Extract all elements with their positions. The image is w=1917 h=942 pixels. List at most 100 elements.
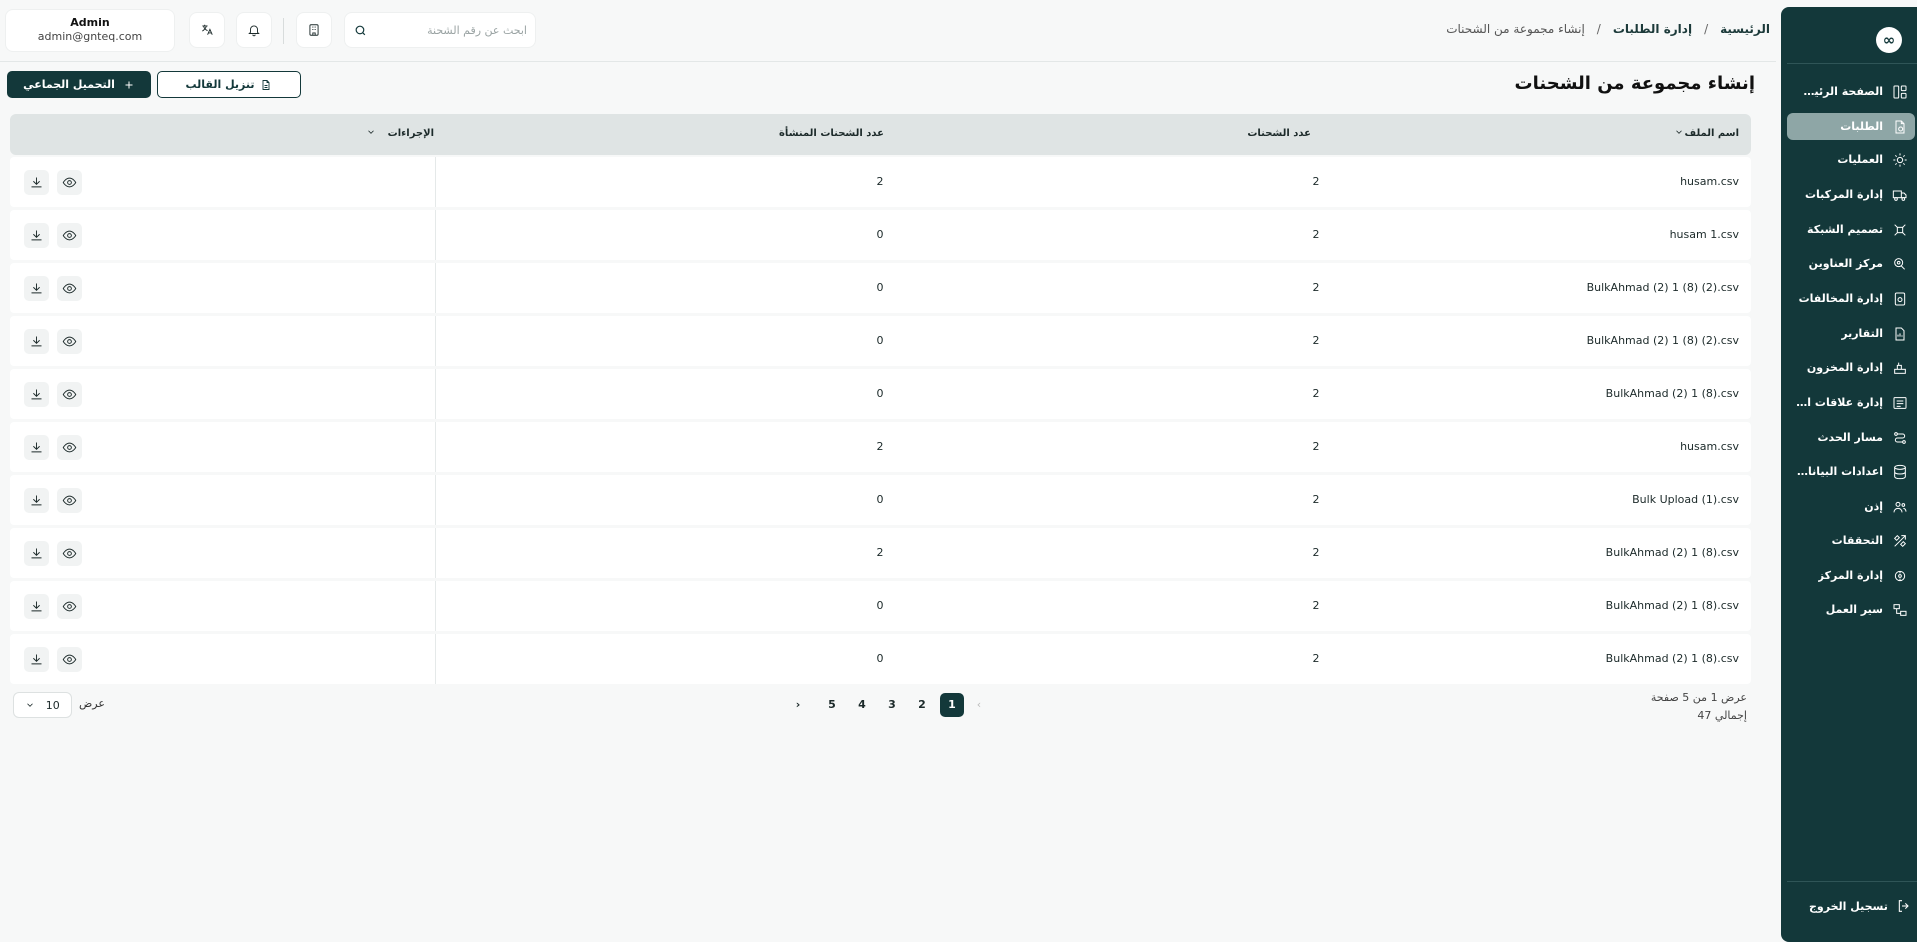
column-divider: [435, 528, 436, 578]
truck-icon: [1891, 186, 1909, 204]
sidebar-item[interactable]: إدارة المخالفات: [1787, 285, 1915, 312]
user-name: Admin: [70, 16, 110, 29]
view-button[interactable]: [57, 223, 82, 248]
bulk-upload-label: التحميل الجماعي: [23, 78, 115, 91]
view-button[interactable]: [57, 488, 82, 513]
download-button[interactable]: [24, 488, 49, 513]
download-button[interactable]: [24, 382, 49, 407]
download-button[interactable]: [24, 435, 49, 460]
file-name: BulkAhmad (2) 1 (8).csv: [1605, 546, 1739, 559]
sidebar-item[interactable]: مركز العناوين: [1787, 250, 1915, 277]
download-icon: [29, 228, 44, 243]
next-page-button[interactable]: ›: [786, 693, 810, 717]
logout-button[interactable]: تسجيل الخروج: [1809, 898, 1912, 914]
bulk-upload-button[interactable]: التحميل الجماعي: [7, 71, 151, 98]
shipments-count: 2: [1312, 387, 1320, 400]
download-template-label: تنزيل القالب: [185, 78, 255, 91]
pagination-info: عرض 1 من 5 صفحة إجمالي 47: [1651, 689, 1747, 725]
warehouse-button[interactable]: [296, 12, 332, 48]
sidebar-item-label: إدارة علاقات العملاء: [1795, 396, 1883, 409]
header-created-count: عدد الشحنات المنشأة: [779, 128, 884, 139]
created-count: 0: [876, 652, 884, 665]
prev-page-button: ‹: [976, 698, 982, 711]
eye-icon: [62, 599, 77, 614]
sidebar-item[interactable]: التحققات: [1787, 527, 1915, 554]
download-button[interactable]: [24, 647, 49, 672]
sidebar-item-label: إذن: [1864, 500, 1883, 513]
translate-icon: [202, 24, 213, 35]
download-button[interactable]: [24, 170, 49, 195]
view-button[interactable]: [57, 541, 82, 566]
view-button[interactable]: [57, 276, 82, 301]
shipments-count: 2: [1312, 599, 1320, 612]
sidebar-divider: [1787, 63, 1917, 64]
network-icon: [1891, 221, 1909, 239]
sidebar-item[interactable]: تصميم الشبكة: [1787, 216, 1915, 243]
page-button[interactable]: 3: [880, 693, 904, 717]
chevron-down-icon[interactable]: [366, 127, 376, 137]
created-count: 0: [876, 228, 884, 241]
view-button[interactable]: [57, 647, 82, 672]
sidebar-item[interactable]: العمليات: [1787, 146, 1915, 173]
sidebar-item[interactable]: إدارة المركز: [1787, 562, 1915, 589]
page-button[interactable]: 1: [940, 693, 964, 717]
view-button[interactable]: [57, 435, 82, 460]
user-email: admin@gnteq.com: [37, 30, 143, 43]
language-button[interactable]: [189, 12, 225, 48]
sidebar-item[interactable]: إذن: [1787, 493, 1915, 520]
table-row: husam.csv 2 2: [10, 422, 1751, 472]
breadcrumb-home[interactable]: الرئيسية: [1720, 22, 1770, 36]
search-input[interactable]: [371, 13, 527, 47]
orders-icon: [1891, 118, 1909, 136]
view-button[interactable]: [57, 329, 82, 354]
created-count: 2: [876, 546, 884, 559]
view-button[interactable]: [57, 170, 82, 195]
page-size-select[interactable]: 10: [13, 692, 72, 718]
download-template-button[interactable]: تنزيل القالب: [157, 71, 301, 98]
app-logo[interactable]: ∞: [1876, 27, 1902, 53]
download-button[interactable]: [24, 594, 49, 619]
download-button[interactable]: [24, 329, 49, 354]
sidebar-item[interactable]: الطلبات: [1787, 113, 1915, 140]
eye-icon: [62, 387, 77, 402]
sidebar-item[interactable]: إدارة علاقات العملاء: [1787, 389, 1915, 416]
page-button[interactable]: 4: [850, 693, 874, 717]
sidebar-item-label: الصفحة الرئيسية: [1795, 85, 1883, 98]
sidebar-item[interactable]: إدارة المخزون: [1787, 354, 1915, 381]
download-icon: [29, 281, 44, 296]
created-count: 0: [876, 281, 884, 294]
address-icon: [1891, 255, 1909, 273]
download-button[interactable]: [24, 541, 49, 566]
page-size-value: 10: [45, 698, 60, 712]
page-button[interactable]: 2: [910, 693, 934, 717]
page-button[interactable]: 5: [820, 693, 844, 717]
topbar-divider-line: [0, 61, 1776, 62]
view-button[interactable]: [57, 594, 82, 619]
sidebar-item[interactable]: اعدادات البيانات...: [1787, 458, 1915, 485]
eye-icon: [62, 652, 77, 667]
breadcrumb-orders[interactable]: إدارة الطلبات: [1613, 22, 1692, 36]
view-button[interactable]: [57, 382, 82, 407]
download-icon: [29, 334, 44, 349]
user-menu[interactable]: Admin admin@gnteq.com: [5, 9, 175, 52]
sidebar-item[interactable]: إدارة المركبات: [1787, 181, 1915, 208]
plus-icon: [125, 81, 133, 88]
validations-icon: [1891, 532, 1909, 550]
download-icon: [29, 652, 44, 667]
chevron-down-icon[interactable]: [1674, 127, 1684, 137]
sidebar-item[interactable]: الصفحة الرئيسية: [1787, 78, 1915, 105]
violations-icon: [1891, 290, 1909, 308]
shipments-count: 2: [1312, 652, 1320, 665]
inventory-icon: [1891, 359, 1909, 377]
column-divider: [435, 157, 436, 207]
sidebar-item[interactable]: التقارير: [1787, 320, 1915, 347]
sidebar-item[interactable]: مسار الحدث: [1787, 424, 1915, 451]
table-row: BulkAhmad (2) 1 (8).csv 2 0: [10, 634, 1751, 684]
sidebar-item[interactable]: سير العمل: [1787, 596, 1915, 623]
download-button[interactable]: [24, 276, 49, 301]
download-icon: [29, 493, 44, 508]
download-button[interactable]: [24, 223, 49, 248]
header-file-name[interactable]: اسم الملف: [1685, 128, 1739, 139]
notifications-button[interactable]: [236, 12, 272, 48]
header-shipments-count: عدد الشحنات: [1247, 128, 1311, 139]
